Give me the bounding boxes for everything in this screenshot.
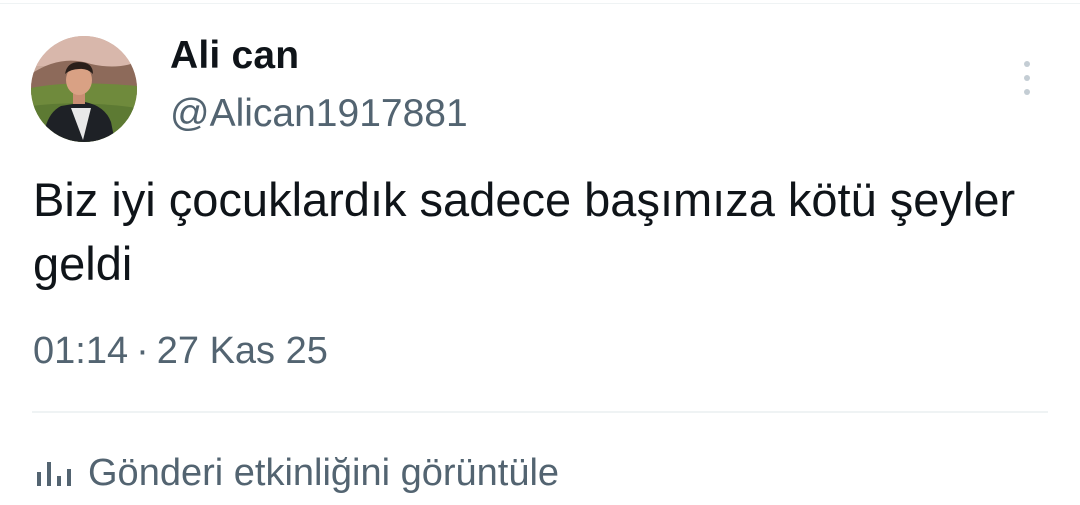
more-options-button[interactable] — [1010, 56, 1044, 100]
view-post-activity-label: Gönderi etkinliğini görüntüle — [88, 451, 560, 494]
avatar[interactable] — [31, 36, 137, 142]
meta-separator: · — [136, 330, 149, 372]
author-display-name[interactable]: Ali can — [170, 34, 299, 78]
tweet-text: Biz iyi çocuklardık sadece başımıza kötü… — [33, 173, 1016, 290]
divider — [32, 411, 1048, 413]
author-handle[interactable]: @Alican1917881 — [170, 92, 468, 136]
tweet-date: 27 Kas 25 — [156, 330, 328, 372]
view-post-activity-link[interactable]: Gönderi etkinliğini görüntüle — [36, 448, 559, 498]
avatar-photo — [31, 36, 137, 142]
bar-chart-icon — [37, 462, 71, 486]
tweet-timestamp[interactable]: 01:14 · 27 Kas 25 — [33, 330, 328, 373]
top-divider — [0, 3, 1080, 4]
tweet-time: 01:14 — [33, 330, 129, 372]
